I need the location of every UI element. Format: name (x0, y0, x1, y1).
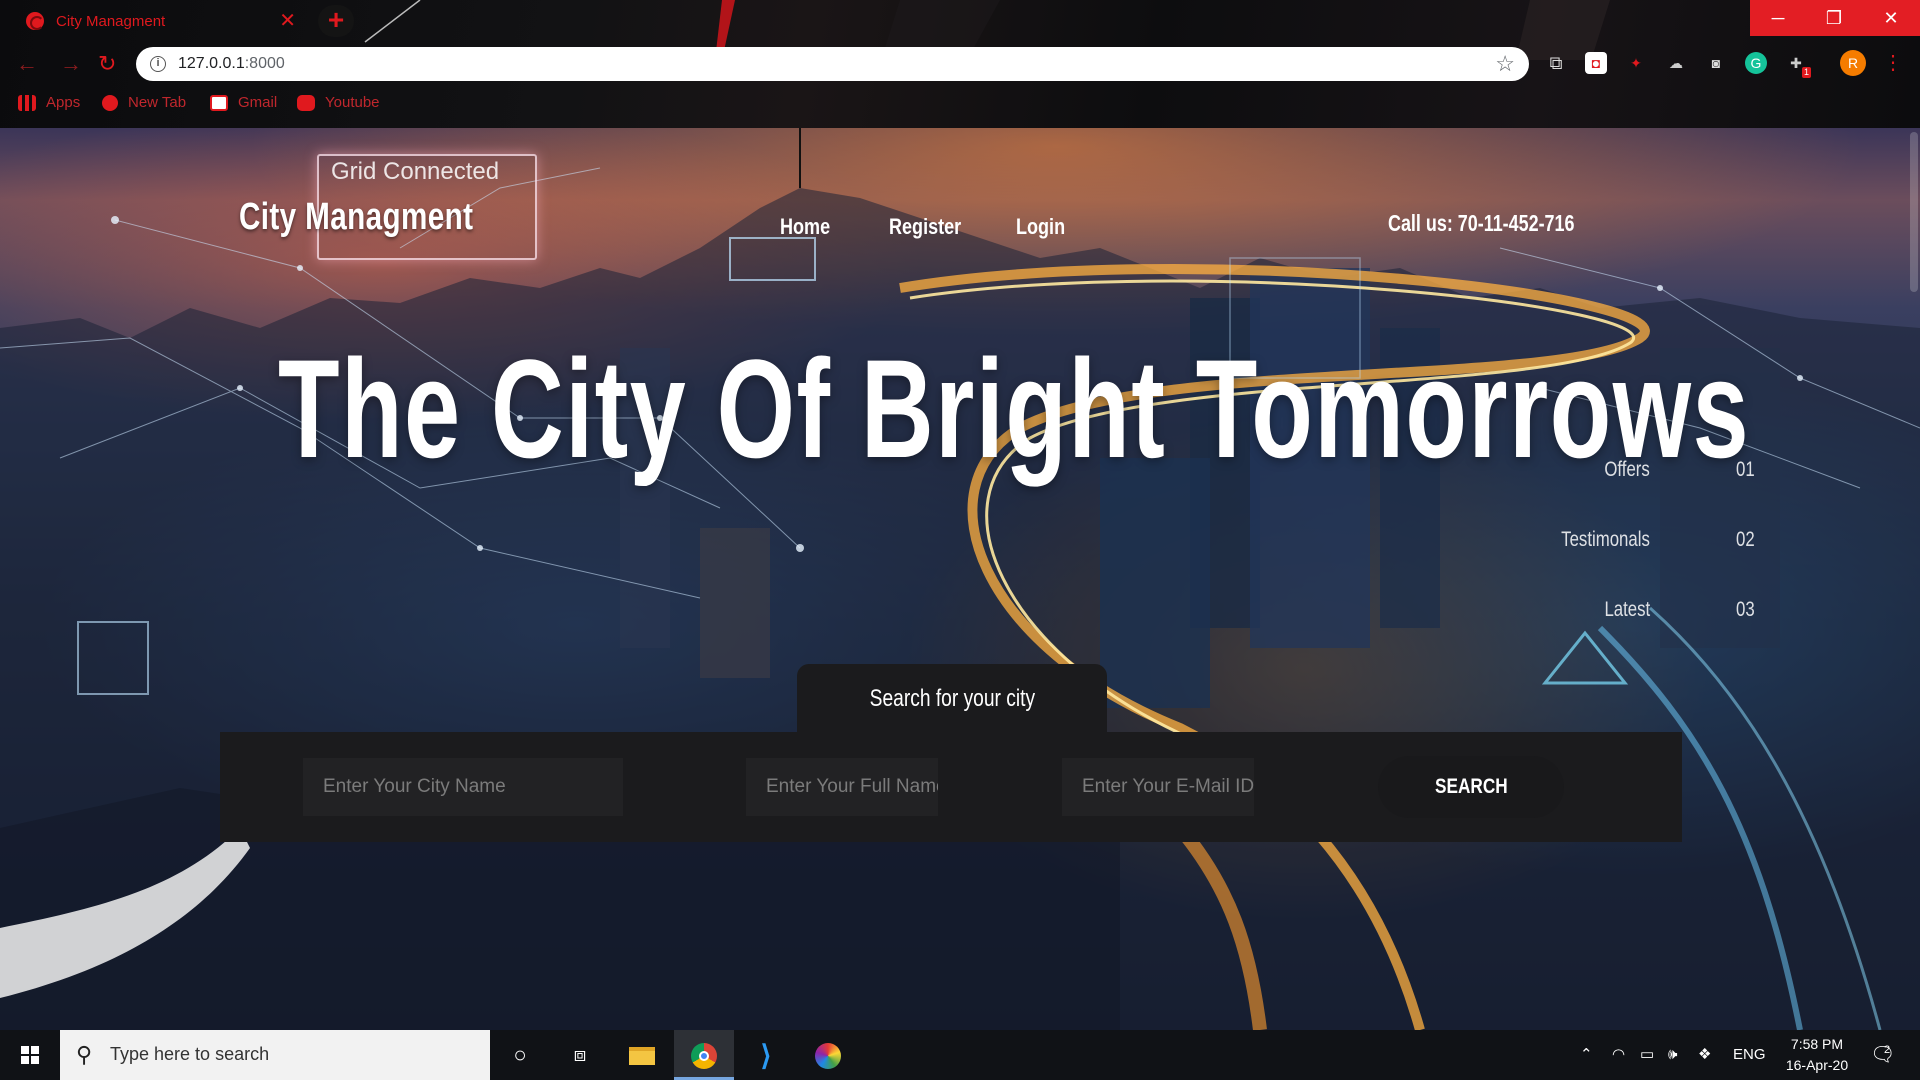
email-input[interactable] (1062, 758, 1254, 816)
cortana-icon[interactable]: ○ (490, 1030, 550, 1080)
slider-nav-label: Testimonals (1561, 528, 1650, 551)
incognito-extension-icon[interactable]: ☁ (1665, 52, 1687, 74)
slider-nav-item-latest[interactable]: Latest 03 (1560, 598, 1760, 628)
start-button[interactable] (0, 1030, 60, 1080)
windows-logo-icon (21, 1046, 39, 1064)
gmail-icon (210, 94, 228, 111)
slider-nav-label: Offers (1604, 458, 1650, 481)
search-form: SEARCH (220, 732, 1682, 842)
task-view-icon[interactable]: ⧈ (550, 1030, 610, 1080)
sync-extension-icon[interactable]: ⧉ (1545, 52, 1567, 74)
bookmark-apps[interactable]: Apps (18, 94, 80, 111)
wifi-icon[interactable]: ◠ (1612, 1030, 1625, 1080)
nav-home-link[interactable]: Home (780, 214, 830, 240)
site-info-icon[interactable]: i (150, 56, 166, 72)
city-name-input[interactable] (303, 758, 623, 816)
pin-extension-icon[interactable]: ✦ (1625, 52, 1647, 74)
bookmark-star-icon[interactable]: ☆ (1495, 51, 1515, 77)
browser-tab[interactable]: City Managment ✕ (10, 0, 310, 42)
taskbar-search-box[interactable]: ⚲ Type here to search (60, 1030, 490, 1080)
opera-icon (102, 94, 118, 111)
page-scrollbar[interactable] (1906, 128, 1920, 1030)
browser-chrome: City Managment ✕ + ─ ❐ ✕ ← → ↻ i 127.0.0… (0, 0, 1920, 128)
full-name-input[interactable] (746, 758, 938, 816)
restore-button[interactable]: ❐ (1806, 0, 1862, 36)
pocket-extension-icon[interactable]: ◘ (1585, 52, 1607, 74)
new-tab-button[interactable]: + (318, 5, 354, 37)
tab-title: City Managment (56, 12, 166, 30)
minimize-button[interactable]: ─ (1750, 0, 1806, 36)
volume-icon[interactable]: 🕪 (1668, 1030, 1677, 1080)
hero-title: The City Of Bright Tomorrows (278, 330, 1751, 487)
clock-date: 16-Apr-20 (1785, 1057, 1849, 1073)
bookmark-new-tab[interactable]: New Tab (102, 94, 186, 111)
slider-nav-item-offers[interactable]: Offers 01 (1560, 458, 1760, 488)
grammarly-extension-icon[interactable]: G (1745, 52, 1767, 74)
slider-nav-number: 02 (1736, 528, 1755, 551)
youtube-icon (297, 94, 315, 111)
city-name-field[interactable] (303, 758, 623, 816)
taskbar-search-placeholder: Type here to search (110, 1044, 270, 1064)
slider-nav-number: 03 (1736, 598, 1755, 621)
extension-badge: 1 (1801, 67, 1811, 78)
dropbox-icon[interactable]: ❖ (1698, 1030, 1711, 1080)
slider-nav-number: 01 (1736, 458, 1755, 481)
nav-login-link[interactable]: Login (1016, 214, 1065, 240)
city-background-image (0, 128, 1920, 1030)
search-icon: ⚲ (76, 1042, 93, 1067)
apps-grid-icon (18, 94, 36, 111)
tab-close-icon[interactable]: ✕ (279, 11, 296, 31)
phone-number: Call us: 70-11-452-716 (1388, 210, 1575, 236)
picasa-taskbar-icon[interactable] (798, 1030, 858, 1080)
grid-connected-label: Grid Connected (331, 158, 500, 185)
search-button[interactable]: SEARCH (1378, 756, 1564, 818)
nav-register-link[interactable]: Register (889, 214, 961, 240)
slider-nav-label: Latest (1604, 598, 1650, 621)
scrollbar-thumb[interactable] (1910, 132, 1918, 292)
puzzle-extension-icon[interactable]: ✚ 1 (1785, 52, 1811, 78)
search-form-tab: Search for your city (797, 664, 1107, 736)
vscode-taskbar-icon[interactable]: ⟩ (736, 1030, 796, 1080)
language-indicator[interactable]: ENG (1733, 1030, 1766, 1080)
full-name-field[interactable] (746, 758, 938, 816)
notification-count: 2 (1884, 1044, 1891, 1056)
slider-nav-item-testimonials[interactable]: Testimonals 02 (1560, 528, 1760, 558)
url-text[interactable]: 127.0.0.1:8000 (178, 55, 285, 73)
camera-extension-icon[interactable]: ◙ (1705, 52, 1727, 74)
address-bar[interactable]: i 127.0.0.1:8000 ☆ (136, 47, 1529, 81)
search-form-tab-label: Search for your city (869, 685, 1035, 712)
windows-taskbar: ⚲ Type here to search ○ ⧈ ⟩ ⌃ ◠ ▭ 🕪 ❖ EN… (0, 1030, 1920, 1080)
opera-icon (26, 12, 44, 30)
email-field[interactable] (1062, 758, 1254, 816)
notification-center-icon[interactable]: 🗨 2 (1870, 1030, 1895, 1080)
bookmark-gmail[interactable]: Gmail (210, 94, 277, 111)
back-icon[interactable]: ← (16, 52, 38, 76)
site-brand-logo[interactable]: City Managment (239, 196, 473, 239)
system-clock[interactable]: 7:58 PM 16-Apr-20 (1772, 1034, 1862, 1076)
reload-icon[interactable]: ↻ (98, 52, 116, 76)
profile-avatar[interactable]: R (1840, 50, 1866, 76)
battery-icon[interactable]: ▭ (1640, 1030, 1654, 1080)
chrome-taskbar-icon[interactable] (674, 1030, 734, 1080)
bookmark-youtube[interactable]: Youtube (297, 94, 380, 111)
clock-time: 7:58 PM (1790, 1036, 1844, 1052)
web-page: Grid Connected City Managment Home Regis… (0, 128, 1920, 1030)
menu-dots-icon[interactable]: ⋮ (1882, 52, 1904, 74)
file-explorer-icon[interactable] (612, 1030, 672, 1080)
close-window-button[interactable]: ✕ (1862, 0, 1920, 36)
forward-icon[interactable]: → (60, 52, 82, 76)
show-hidden-icons[interactable]: ⌃ (1580, 1030, 1593, 1080)
